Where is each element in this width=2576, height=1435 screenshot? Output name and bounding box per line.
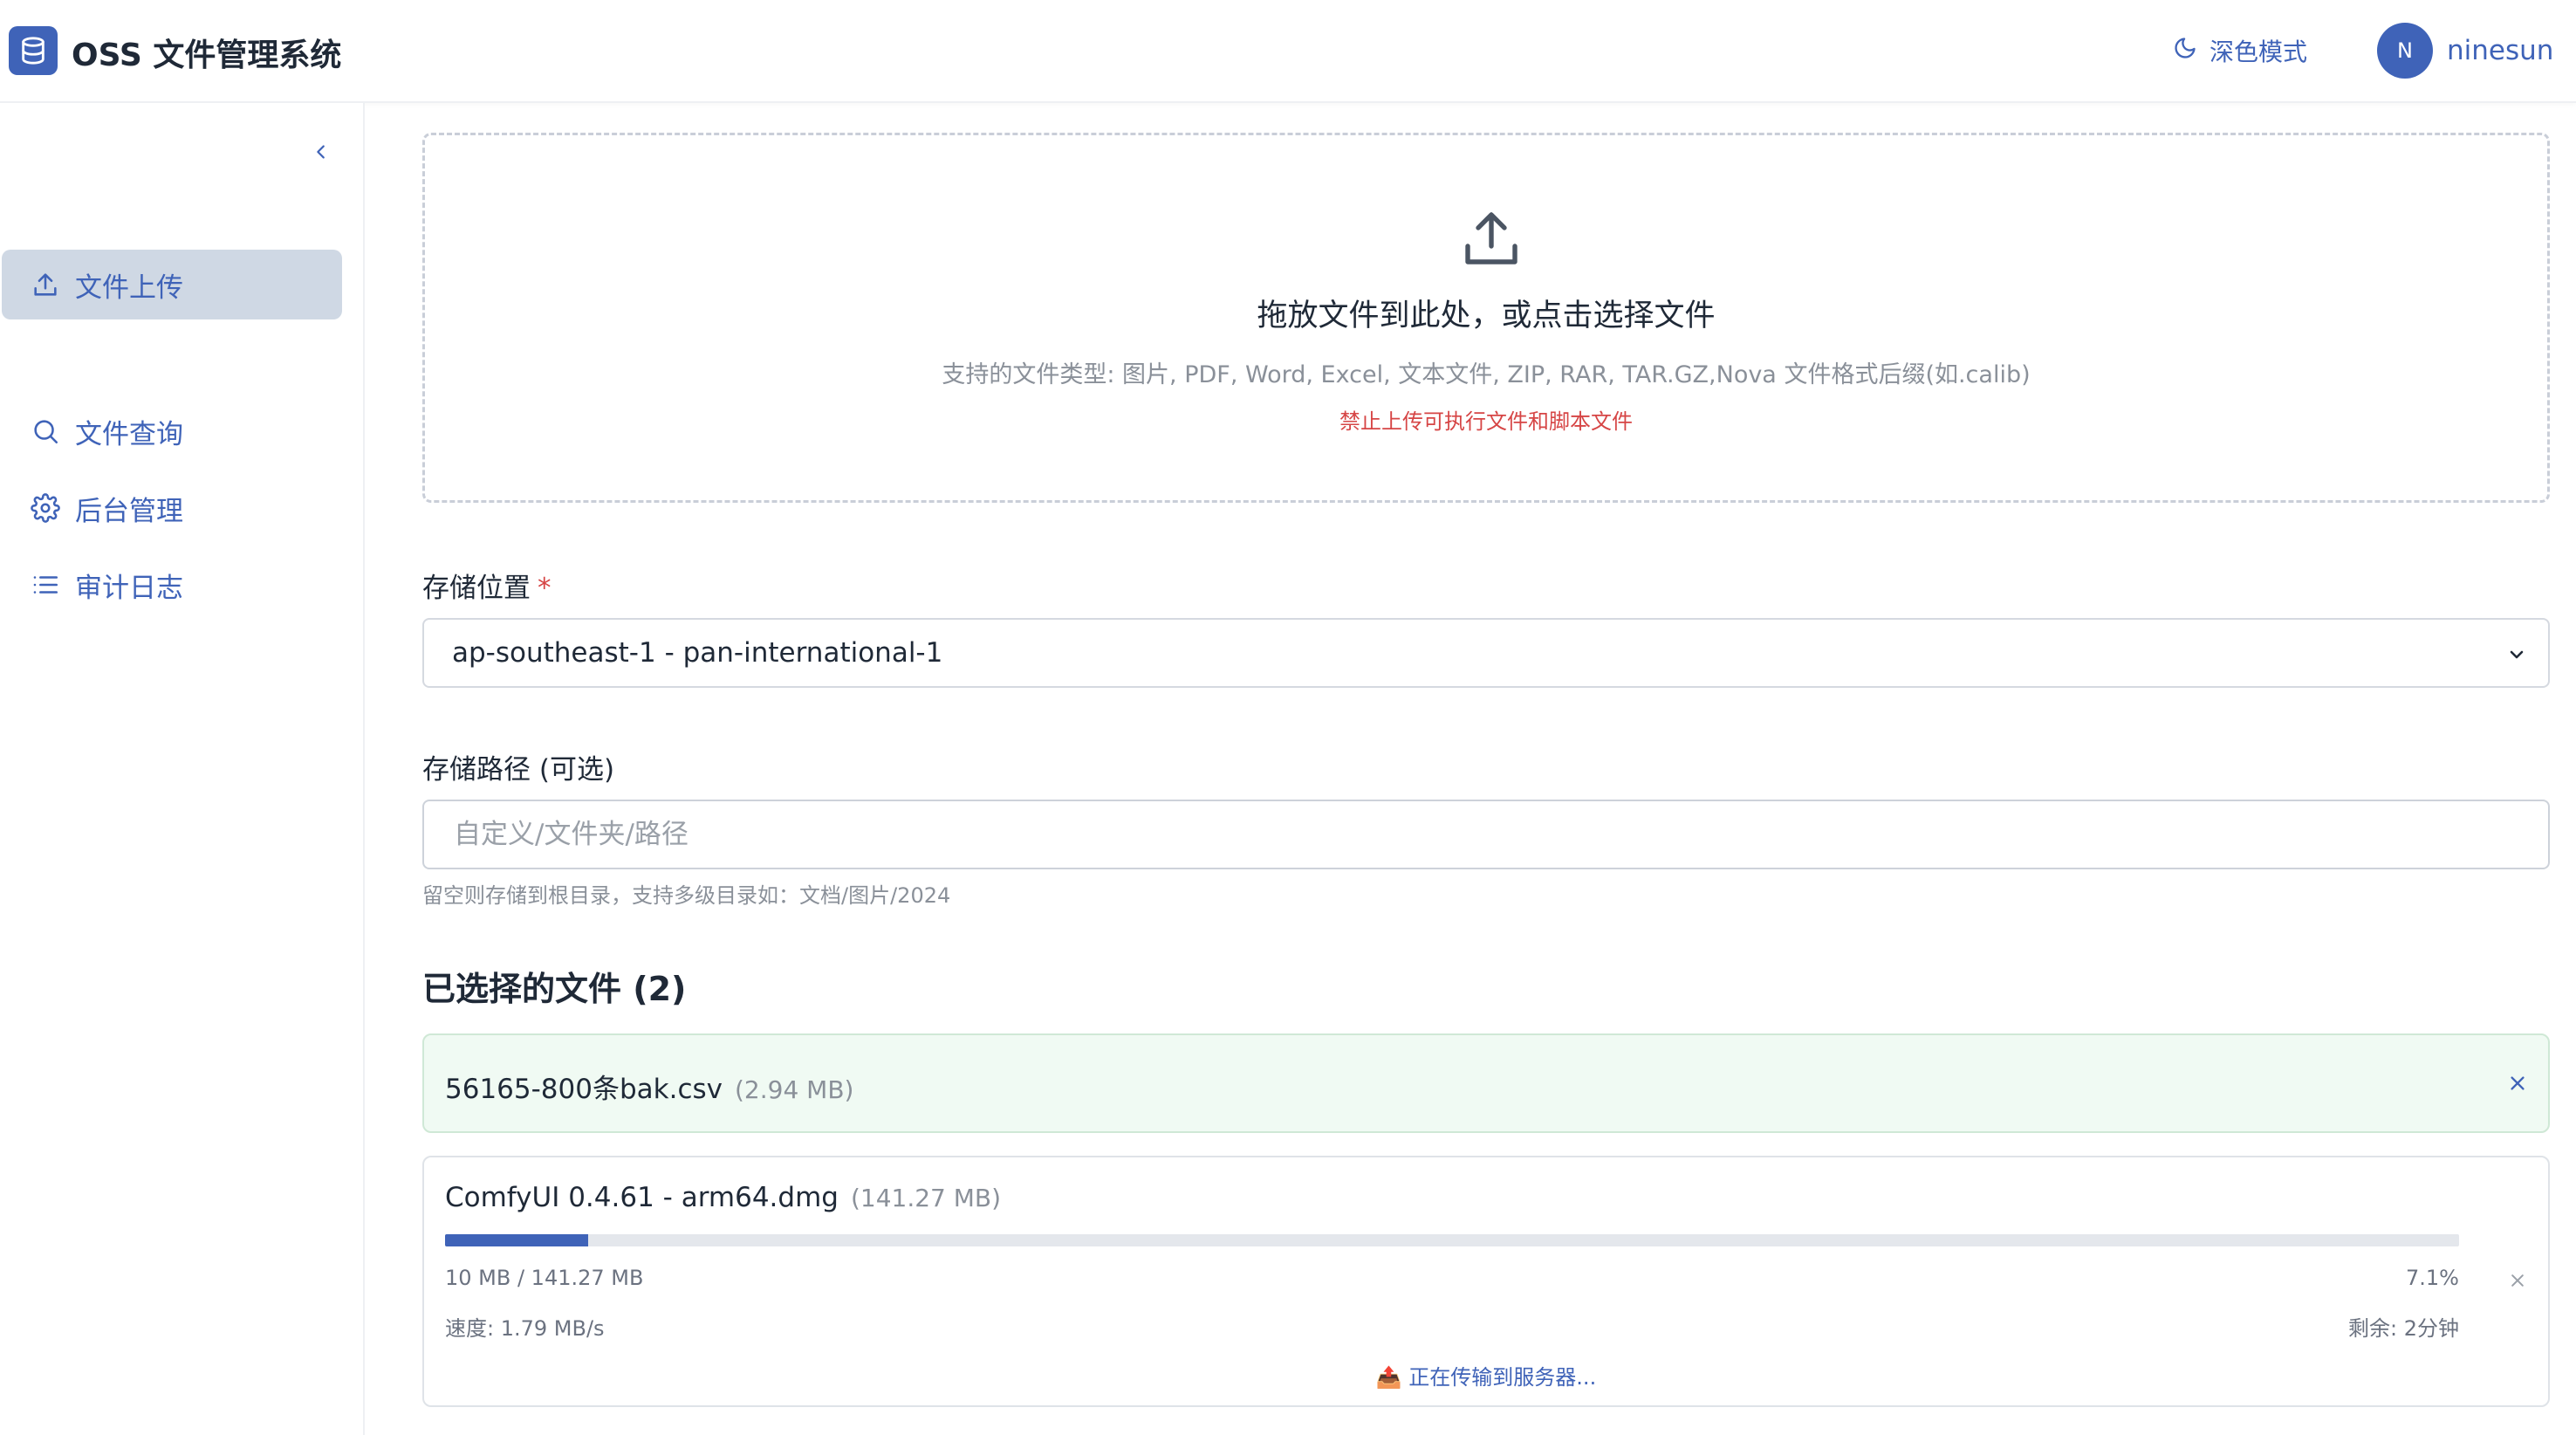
upload-progress-fill	[445, 1234, 588, 1246]
sidebar-item-label: 文件查询	[75, 418, 183, 450]
supported-types-text: 支持的文件类型: 图片, PDF, Word, Excel, 文本文件, ZIP…	[942, 361, 2031, 388]
app-root: OSS 文件管理系统 深色模式 N ninesun 文件上传 文件查询 后台管理…	[0, 0, 2576, 1435]
file-name: ComfyUI 0.4.61 - arm64.dmg	[445, 1182, 839, 1213]
upload-speed: 速度: 1.79 MB/s	[445, 1316, 605, 1341]
selected-files-title: 已选择的文件 (2)	[422, 970, 687, 1008]
required-mark: *	[538, 573, 552, 604]
forbidden-warning: 禁止上传可执行文件和脚本文件	[1339, 409, 1633, 434]
file-name-row: ComfyUI 0.4.61 - arm64.dmg (141.27 MB)	[445, 1182, 1001, 1213]
transfer-status: 📤 正在传输到服务器...	[1375, 1365, 1597, 1390]
database-logo-icon	[9, 26, 58, 75]
sidebar-item-label: 审计日志	[75, 572, 183, 604]
storage-location-select[interactable]: ap-southeast-1 - pan-international-1	[422, 618, 2550, 688]
file-name: 56165-800条bak.csv	[445, 1074, 723, 1105]
transferred-amount: 10 MB / 141.27 MB	[445, 1266, 644, 1290]
sidebar-item-label: 后台管理	[75, 495, 183, 527]
file-item-uploading: ComfyUI 0.4.61 - arm64.dmg (141.27 MB) 10…	[422, 1156, 2550, 1407]
search-icon	[30, 415, 61, 447]
gear-icon	[30, 492, 61, 524]
time-remaining: 剩余: 2分钟	[2348, 1316, 2459, 1341]
remove-file-button[interactable]	[2504, 1070, 2531, 1096]
dark-mode-label: 深色模式	[2209, 38, 2308, 66]
file-size: (141.27 MB)	[850, 1184, 1002, 1212]
sidebar-item-upload[interactable]: 文件上传	[2, 250, 342, 319]
username: ninesun	[2447, 35, 2554, 66]
progress-percent: 7.1%	[2406, 1266, 2459, 1290]
collapse-sidebar-button[interactable]	[309, 141, 333, 166]
cancel-upload-button[interactable]	[2504, 1267, 2531, 1294]
sidebar-item-audit-log[interactable]: 审计日志	[2, 550, 342, 620]
storage-path-input[interactable]	[422, 800, 2550, 869]
dark-mode-toggle[interactable]: 深色模式	[2173, 33, 2307, 68]
close-icon	[2511, 1274, 2524, 1287]
file-name-row: 56165-800条bak.csv (2.94 MB)	[445, 1067, 853, 1106]
list-icon	[30, 569, 61, 601]
top-header: OSS 文件管理系统 深色模式 N ninesun	[0, 0, 2576, 103]
dropzone-title: 拖放文件到此处，或点击选择文件	[1257, 299, 1716, 333]
storage-path-hint: 留空则存储到根目录，支持多级目录如：文档/图片/2024	[422, 883, 951, 908]
storage-location-label-text: 存储位置	[422, 573, 531, 604]
avatar: N	[2377, 23, 2433, 79]
sidebar: 首页 文件上传 文件查询	[0, 103, 365, 1435]
moon-icon	[2173, 36, 2197, 66]
sidebar-item-search[interactable]: 文件查询	[2, 396, 342, 466]
app-title: OSS 文件管理系统	[72, 38, 342, 73]
upload-progress-bar	[445, 1234, 2459, 1246]
file-item: 56165-800条bak.csv (2.94 MB)	[422, 1033, 2550, 1133]
storage-path-label: 存储路径 (可选)	[422, 754, 615, 786]
chevron-left-icon	[312, 142, 331, 165]
storage-location-value: ap-southeast-1 - pan-international-1	[452, 637, 943, 669]
close-icon	[2511, 1076, 2525, 1090]
storage-location-label: 存储位置 *	[422, 566, 552, 605]
main-content: 拖放文件到此处，或点击选择文件 支持的文件类型: 图片, PDF, Word, …	[367, 103, 2576, 1435]
upload-icon	[30, 269, 61, 300]
chevron-down-icon	[2510, 650, 2524, 659]
sidebar-item-admin[interactable]: 后台管理	[2, 473, 342, 543]
user-menu[interactable]: N ninesun	[2377, 23, 2553, 79]
upload-cloud-icon	[1465, 212, 1518, 264]
sidebar-item-label: 文件上传	[75, 271, 183, 304]
file-size: (2.94 MB)	[735, 1075, 854, 1104]
file-dropzone[interactable]: 拖放文件到此处，或点击选择文件 支持的文件类型: 图片, PDF, Word, …	[422, 133, 2550, 503]
